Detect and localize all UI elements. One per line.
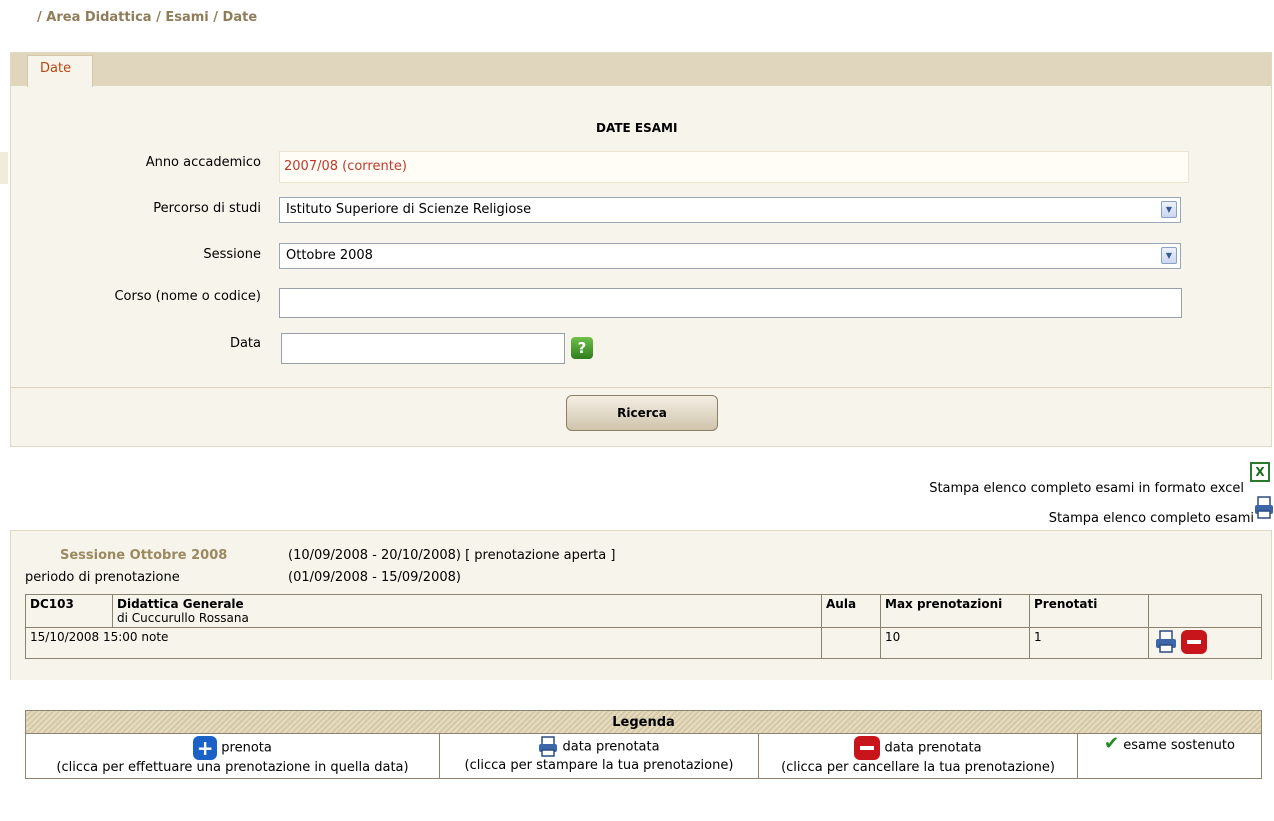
percorso-label: Percorso di studi bbox=[153, 201, 261, 216]
breadcrumb: / Area Didattica / Esami / Date bbox=[37, 10, 258, 25]
exam-table: DC103 Didattica Generale di Cuccurullo R… bbox=[25, 594, 1262, 659]
chevron-down-icon[interactable]: ▼ bbox=[1161, 247, 1177, 264]
col-max: Max prenotazioni bbox=[880, 594, 1030, 628]
legend-delete-desc: (clicca per cancellare la tua prenotazio… bbox=[781, 760, 1055, 775]
search-button[interactable]: Ricerca bbox=[566, 395, 718, 431]
excel-icon[interactable]: X bbox=[1250, 462, 1270, 482]
check-icon: ✔ bbox=[1104, 733, 1120, 754]
percorso-select[interactable]: Istituto Superiore di Scienze Religiose … bbox=[279, 197, 1181, 223]
legend-print-label: data prenotata bbox=[562, 739, 660, 755]
sessione-selected: Ottobre 2008 bbox=[286, 248, 373, 263]
delete-icon[interactable] bbox=[1180, 630, 1207, 654]
printer-icon bbox=[538, 736, 558, 757]
help-icon[interactable]: ? bbox=[571, 337, 593, 359]
exam-name: Didattica Generale bbox=[117, 597, 244, 611]
col-prenotati: Prenotati bbox=[1029, 594, 1149, 628]
col-actions bbox=[1148, 594, 1262, 628]
chevron-down-icon[interactable]: ▼ bbox=[1161, 201, 1177, 218]
legend-delete: data prenotata (clicca per cancellare la… bbox=[758, 733, 1078, 779]
delete-icon bbox=[854, 736, 881, 760]
legend-prenota-label: prenota bbox=[221, 740, 272, 756]
table-row: 15/10/2008 15:00 note 10 1 bbox=[25, 627, 1262, 659]
divider bbox=[11, 387, 1271, 388]
sessione-label: Sessione bbox=[203, 247, 261, 262]
table-row: DC103 Didattica Generale di Cuccurullo R… bbox=[25, 594, 1262, 628]
export-print-link[interactable]: Stampa elenco completo esami bbox=[1049, 511, 1254, 526]
search-panel: Date DATE ESAMI Anno accademico 2007/08 … bbox=[10, 52, 1272, 447]
data-label: Data bbox=[229, 336, 261, 351]
exam-teacher: di Cuccurullo Rossana bbox=[117, 611, 249, 625]
data-input[interactable] bbox=[281, 333, 565, 364]
legend-table: Legenda + prenota (clicca per effettuare… bbox=[25, 710, 1262, 779]
session-title: Sessione Ottobre 2008 bbox=[60, 548, 228, 563]
anno-value: 2007/08 (corrente) bbox=[279, 151, 1189, 183]
row-actions bbox=[1148, 627, 1262, 659]
exam-max: 10 bbox=[880, 627, 1030, 659]
page-title: DATE ESAMI bbox=[596, 121, 678, 135]
period-value: (01/09/2008 - 15/09/2008) bbox=[288, 570, 461, 585]
printer-icon[interactable] bbox=[1155, 630, 1177, 653]
corso-input[interactable] bbox=[279, 288, 1182, 318]
legend-done-label: esame sostenuto bbox=[1123, 738, 1235, 753]
exam-info: Didattica Generale di Cuccurullo Rossana bbox=[112, 594, 822, 628]
legend-print-desc: (clicca per stampare la tua prenotazione… bbox=[464, 758, 734, 773]
exam-prenotati: 1 bbox=[1029, 627, 1149, 659]
tab-date[interactable]: Date bbox=[27, 55, 93, 87]
legend-prenota-desc: (clicca per effettuare una prenotazione … bbox=[56, 760, 409, 775]
tab-bar: Date bbox=[11, 53, 1271, 87]
legend-delete-label: data prenotata bbox=[884, 740, 982, 756]
export-excel-link[interactable]: Stampa elenco completo esami in formato … bbox=[929, 481, 1244, 496]
left-edge-marker bbox=[0, 152, 8, 184]
legend-print: data prenotata (clicca per stampare la t… bbox=[439, 733, 759, 779]
printer-icon[interactable] bbox=[1254, 496, 1274, 520]
period-label: periodo di prenotazione bbox=[25, 570, 180, 585]
exam-aula bbox=[821, 627, 881, 659]
legend-header-row: Legenda bbox=[25, 710, 1262, 734]
sessione-select[interactable]: Ottobre 2008 ▼ bbox=[279, 243, 1181, 269]
legend-prenota: + prenota (clicca per effettuare una pre… bbox=[25, 733, 440, 779]
legend-done: ✔ esame sostenuto bbox=[1077, 733, 1262, 779]
legend-row: + prenota (clicca per effettuare una pre… bbox=[25, 733, 1262, 779]
anno-label: Anno accademico bbox=[145, 155, 261, 170]
corso-label: Corso (nome o codice) bbox=[114, 289, 261, 304]
legend-title: Legenda bbox=[25, 710, 1262, 734]
percorso-selected: Istituto Superiore di Scienze Religiose bbox=[286, 202, 532, 217]
exam-code: DC103 bbox=[25, 594, 113, 628]
col-aula: Aula bbox=[821, 594, 881, 628]
exam-date: 15/10/2008 15:00 note bbox=[25, 627, 822, 659]
session-range: (10/09/2008 - 20/10/2008) [ prenotazione… bbox=[288, 548, 616, 563]
add-icon: + bbox=[193, 736, 218, 760]
